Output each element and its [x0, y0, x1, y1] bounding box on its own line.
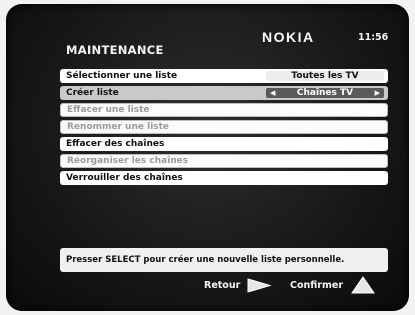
- menu-item-label: Effacer des chaînes: [66, 139, 165, 149]
- clock: 11:56: [358, 32, 389, 43]
- create-list-value: Chaînes TV: [296, 88, 354, 98]
- menu-item-label: Réorganiser les chaînes: [67, 156, 189, 166]
- menu-item-lock-channels[interactable]: Verrouiller des chaînes: [60, 171, 388, 185]
- back-button-label[interactable]: Retour: [204, 280, 240, 291]
- help-text: Presser SELECT pour créer une nouvelle l…: [60, 248, 388, 272]
- right-arrow-icon[interactable]: ▶: [375, 88, 380, 98]
- page-title: MAINTENANCE: [66, 43, 164, 57]
- tv-screen: MAINTENANCE NOKIA 11:56 Sélectionner une…: [6, 4, 409, 311]
- menu-item-select-list[interactable]: Sélectionner une liste Toutes les TV: [60, 69, 388, 83]
- menu-item-label: Sélectionner une liste: [66, 71, 178, 81]
- menu-item-delete-list: Effacer une liste: [60, 103, 388, 117]
- menu-item-rename-list: Renommer une liste: [60, 120, 388, 134]
- select-list-value[interactable]: Toutes les TV: [266, 71, 384, 81]
- create-list-selector[interactable]: ◀ Chaînes TV ▶: [266, 88, 384, 98]
- menu-item-label: Effacer une liste: [67, 105, 150, 115]
- menu-item-reorder-channels: Réorganiser les chaînes: [60, 154, 388, 168]
- menu-item-label: Verrouiller des chaînes: [66, 173, 183, 183]
- menu-item-create-list[interactable]: Créer liste ◀ Chaînes TV ▶: [60, 86, 388, 100]
- menu-item-label: Renommer une liste: [67, 122, 170, 132]
- brand-logo: NOKIA: [262, 29, 315, 45]
- up-triangle-icon[interactable]: [351, 276, 375, 294]
- maintenance-menu: Sélectionner une liste Toutes les TV Cré…: [60, 69, 388, 188]
- left-arrow-icon[interactable]: ◀: [270, 88, 275, 98]
- menu-item-delete-channels[interactable]: Effacer des chaînes: [60, 137, 388, 151]
- right-arrow-icon[interactable]: [247, 277, 271, 294]
- menu-item-label: Créer liste: [66, 88, 119, 98]
- confirm-button-label[interactable]: Confirmer: [290, 280, 343, 291]
